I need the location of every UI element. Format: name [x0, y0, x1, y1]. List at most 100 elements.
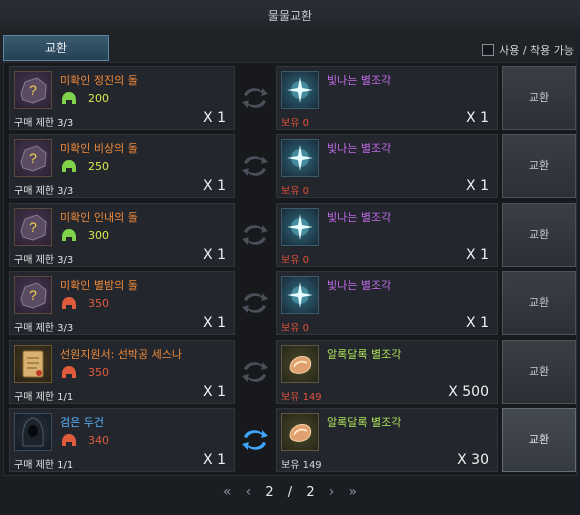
exchange-button[interactable]: 교환	[502, 134, 576, 198]
owned-count: 보유 0	[281, 186, 309, 197]
reward-item-name: 빛나는 별조각	[327, 211, 392, 224]
cost-quantity: X 1	[203, 247, 226, 263]
cost-item[interactable]: ? 미확인 정진의 돌 200 구매 제한 3/3 X 1	[9, 66, 235, 130]
owned-count: 보유 149	[281, 392, 322, 403]
red-helmet-icon	[60, 433, 78, 453]
pagination: « ‹ 2 / 2 › »	[0, 484, 580, 515]
exchange-row: ? 미확인 별밤의 돌 350 구매 제한 3/3 X 1 빛나는 별조각보유 0 X 1 교…	[9, 271, 579, 335]
unidentified-stone-icon[interactable]: ?	[14, 276, 52, 314]
svg-text:?: ?	[29, 287, 37, 303]
purchase-limit: 구매 제한 1/1	[14, 392, 74, 403]
colorful-star-fragment-icon[interactable]	[281, 345, 319, 383]
reward-item[interactable]: 빛나는 별조각보유 0 X 1	[276, 66, 498, 130]
shining-star-fragment-icon[interactable]	[281, 71, 319, 109]
owned-count: 보유 0	[281, 323, 309, 334]
reward-item[interactable]: 빛나는 별조각보유 0 X 1	[276, 203, 498, 267]
reward-quantity: X 30	[457, 452, 489, 468]
cost-item-name: 미확인 인내의 돌	[60, 211, 138, 224]
red-helmet-icon	[60, 365, 78, 385]
cost-item[interactable]: 선원지원서: 선박공 세스나 350 구매 제한 1/1 X 1	[9, 340, 235, 404]
green-helmet-icon	[60, 91, 78, 111]
tab-exchange[interactable]: 교환	[3, 35, 109, 61]
colorful-star-fragment-icon[interactable]	[281, 413, 319, 451]
tab-row: 교환 사용 / 착용 가능	[0, 30, 580, 62]
usable-filter-toggle[interactable]: 사용 / 착용 가능	[482, 42, 574, 58]
exchange-row: ? 미확인 인내의 돌 300 구매 제한 3/3 X 1 빛나는 별조각보유 0 X 1 교…	[9, 203, 579, 267]
reward-item[interactable]: 빛나는 별조각보유 0 X 1	[276, 134, 498, 198]
crew-application-scroll-icon[interactable]	[14, 345, 52, 383]
cost-item[interactable]: ? 미확인 비상의 돌 250 구매 제한 3/3 X 1	[9, 134, 235, 198]
exchange-arrows-icon	[238, 288, 272, 318]
unidentified-stone-icon[interactable]: ?	[14, 139, 52, 177]
black-hood-icon[interactable]	[14, 413, 52, 451]
exchange-button[interactable]: 교환	[502, 203, 576, 267]
next-page-icon[interactable]: ›	[329, 484, 335, 500]
shining-star-fragment-icon[interactable]	[281, 276, 319, 314]
owned-count: 보유 0	[281, 255, 309, 266]
exchange-button[interactable]: 교환	[502, 66, 576, 130]
green-helmet-icon	[60, 159, 78, 179]
item-level-value: 350	[88, 366, 109, 379]
exchange-arrows-icon	[238, 357, 272, 387]
cost-quantity: X 1	[203, 110, 226, 126]
item-level-value: 200	[88, 92, 109, 105]
current-page: 2	[265, 484, 274, 500]
cost-item[interactable]: ? 미확인 별밤의 돌 350 구매 제한 3/3 X 1	[9, 271, 235, 335]
item-level-value: 300	[88, 229, 109, 242]
purchase-limit: 구매 제한 3/3	[14, 323, 74, 334]
reward-quantity: X 1	[466, 110, 489, 126]
reward-item-name: 빛나는 별조각	[327, 142, 392, 155]
reward-item-name: 알록달록 별조각	[327, 348, 402, 361]
exchange-button[interactable]: 교환	[502, 408, 576, 472]
cost-item-name: 미확인 별밤의 돌	[60, 279, 138, 292]
red-helmet-icon	[60, 296, 78, 316]
owned-count: 보유 0	[281, 118, 309, 129]
cost-item[interactable]: 검은 두건 340 구매 제한 1/1 X 1	[9, 408, 235, 472]
window-titlebar: 물물교환	[0, 0, 580, 31]
purchase-limit: 구매 제한 3/3	[14, 186, 74, 197]
exchange-row: ? 미확인 비상의 돌 250 구매 제한 3/3 X 1 빛나는 별조각보유 0 X 1 교…	[9, 134, 579, 198]
last-page-icon[interactable]: »	[349, 484, 358, 500]
prev-page-icon[interactable]: ‹	[246, 484, 252, 500]
reward-item-name: 빛나는 별조각	[327, 279, 392, 292]
reward-quantity: X 1	[466, 247, 489, 263]
reward-quantity: X 1	[466, 178, 489, 194]
cost-quantity: X 1	[203, 384, 226, 400]
svg-text:?: ?	[29, 82, 37, 98]
exchange-button[interactable]: 교환	[502, 271, 576, 335]
first-page-icon[interactable]: «	[223, 484, 232, 500]
purchase-limit: 구매 제한 1/1	[14, 460, 74, 471]
exchange-row: 검은 두건 340 구매 제한 1/1 X 1 알록달록 별조각 보유 149 X 30 교환	[9, 408, 579, 472]
reward-quantity: X 500	[448, 384, 489, 400]
unidentified-stone-icon[interactable]: ?	[14, 208, 52, 246]
page-separator: /	[287, 484, 293, 500]
usable-filter-label: 사용 / 착용 가능	[499, 44, 574, 57]
item-level-value: 340	[88, 434, 109, 447]
exchange-arrows-icon	[238, 83, 272, 113]
owned-count: 보유 149	[281, 460, 322, 471]
cost-item[interactable]: ? 미확인 인내의 돌 300 구매 제한 3/3 X 1	[9, 203, 235, 267]
shining-star-fragment-icon[interactable]	[281, 208, 319, 246]
reward-item[interactable]: 알록달록 별조각보유 149 X 500	[276, 340, 498, 404]
cost-item-name: 미확인 비상의 돌	[60, 142, 138, 155]
item-level-value: 350	[88, 297, 109, 310]
svg-text:?: ?	[29, 219, 37, 235]
cost-item-name: 선원지원서: 선박공 세스나	[60, 348, 183, 361]
cost-quantity: X 1	[203, 452, 226, 468]
cost-item-name: 미확인 정진의 돌	[60, 74, 138, 87]
purchase-limit: 구매 제한 3/3	[14, 255, 74, 266]
unidentified-stone-icon[interactable]: ?	[14, 71, 52, 109]
item-level-value: 250	[88, 160, 109, 173]
reward-quantity: X 1	[466, 315, 489, 331]
exchange-row: ? 미확인 정진의 돌 200 구매 제한 3/3 X 1 빛나는 별조각 보유 0 X 1 교…	[9, 66, 579, 130]
usable-filter-checkbox[interactable]	[482, 44, 495, 56]
exchange-button[interactable]: 교환	[502, 340, 576, 404]
exchange-list: ? 미확인 정진의 돌 200 구매 제한 3/3 X 1 빛나는 별조각 보유 0X 1교…	[3, 62, 577, 476]
window-title: 물물교환	[267, 9, 313, 23]
reward-item[interactable]: 알록달록 별조각 보유 149 X 30	[276, 408, 498, 472]
reward-item-name: 빛나는 별조각	[327, 74, 392, 87]
shining-star-fragment-icon[interactable]	[281, 139, 319, 177]
reward-item[interactable]: 빛나는 별조각보유 0 X 1	[276, 271, 498, 335]
total-pages: 2	[306, 484, 315, 500]
svg-text:?: ?	[29, 150, 37, 166]
